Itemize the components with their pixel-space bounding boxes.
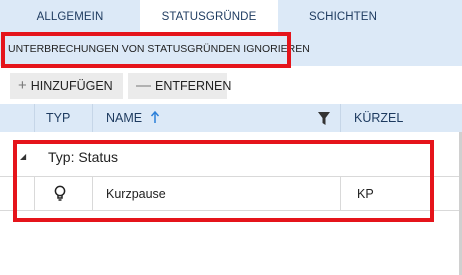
add-button[interactable]: + HINZUFÜGEN [10,73,123,99]
add-button-label: HINZUFÜGEN [30,79,113,93]
tab-schichten[interactable]: SCHICHTEN [278,0,408,32]
remove-button-label: ENTFERNEN [155,79,232,93]
highlight-frame-grid [13,140,434,222]
minus-icon: — [136,77,151,94]
column-header-typ[interactable]: TYP [46,104,70,132]
column-header-name[interactable]: NAME [106,104,142,132]
tab-allgemein[interactable]: ALLGEMEIN [0,0,140,32]
highlight-frame-banner [1,32,291,68]
sort-ascending-icon[interactable] [150,110,160,126]
plus-icon: + [18,77,27,94]
column-divider [92,104,93,132]
filter-icon[interactable] [318,112,330,125]
remove-button[interactable]: — ENTFERNEN [128,73,231,99]
tab-statusgruende[interactable]: STATUSGRÜNDE [140,0,278,32]
grid-header: TYP NAME KÜRZEL [0,104,462,132]
column-header-kuerzel[interactable]: KÜRZEL [354,104,403,132]
column-divider [340,104,341,132]
tab-bar: ALLGEMEIN STATUSGRÜNDE SCHICHTEN [0,0,462,32]
column-divider [34,104,35,132]
